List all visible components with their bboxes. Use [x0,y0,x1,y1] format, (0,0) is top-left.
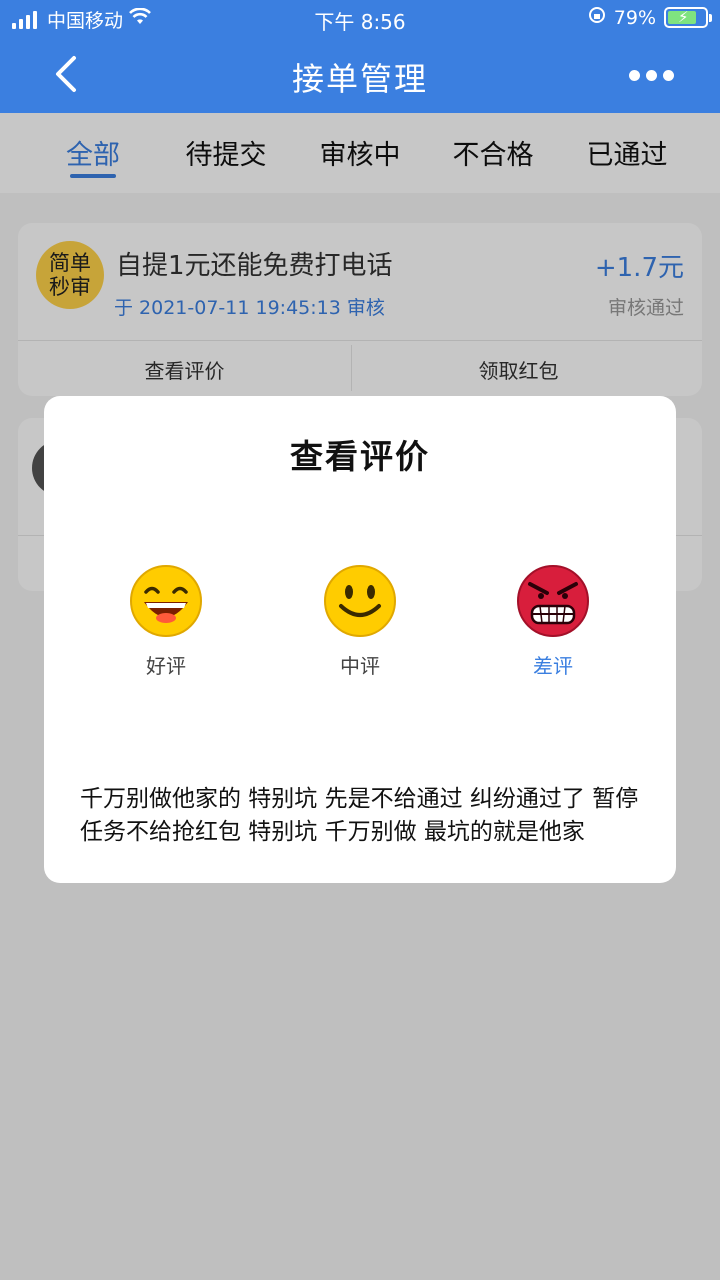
rating-bad-label: 差评 [533,654,573,678]
more-button[interactable] [629,70,674,81]
page-title: 接单管理 [291,60,428,98]
rating-bad[interactable]: 差评 [493,564,613,679]
rating-good-label: 好评 [146,654,186,678]
orientation-lock-icon [588,6,606,29]
smile-face-icon [324,565,396,637]
angry-face-icon [517,565,589,637]
dialog-title: 查看评价 [290,437,430,476]
review-comment: 千万别做他家的 特别坑 先是不给通过 纠纷通过了 暂停任务不给抢红包 特别坑 千… [80,786,639,845]
nav-bar: 接单管理 [0,38,720,113]
rating-good[interactable]: 好评 [106,564,226,679]
grin-face-icon [130,565,202,637]
review-dialog: 查看评价 好评 中评 差评 千万别做他家的 特别坑 先是不给通过 纠纷通过了 暂… [44,396,676,883]
rating-neutral-label: 中评 [340,654,380,678]
battery-icon: ⚡ [664,7,712,28]
more-dots-icon [629,70,640,81]
status-bar: 中国移动 下午 8:56 79% ⚡ [0,0,720,38]
rating-neutral[interactable]: 中评 [300,564,420,679]
top-bar: 中国移动 下午 8:56 79% ⚡ 接单管理 [0,0,720,113]
battery-percent: 79% [613,6,656,29]
